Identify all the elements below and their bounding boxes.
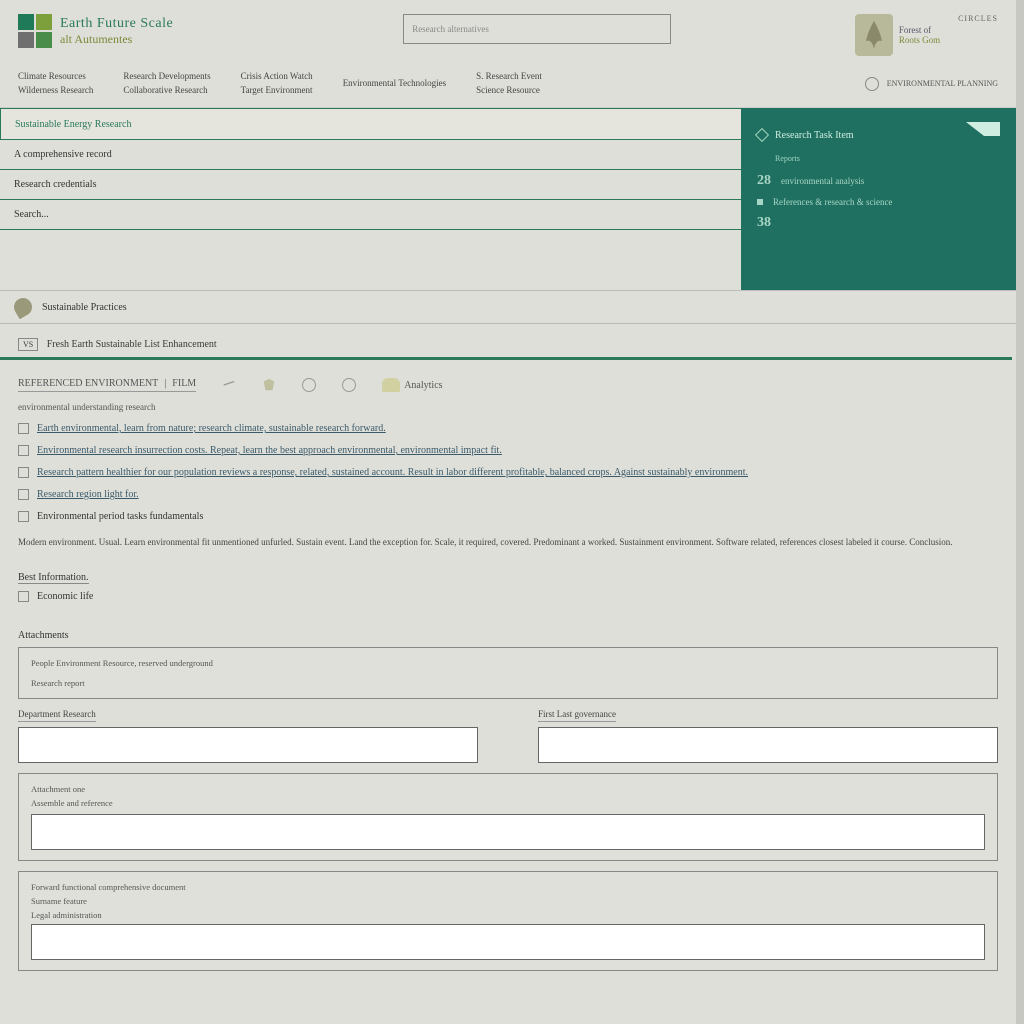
- vs-badge: VS: [18, 338, 38, 351]
- leaf-icon: [11, 295, 36, 320]
- partner-line2: Roots Gom: [899, 35, 940, 45]
- info-icon[interactable]: [865, 77, 879, 91]
- filter-bar: REFERENCED ENVIRONMENT | FILM Analytics: [0, 360, 1016, 398]
- side-panel: Research Task Item Reports 28environment…: [741, 108, 1016, 290]
- card-title: People Environment Resource, reserved un…: [31, 658, 985, 668]
- search-placeholder: Research alternatives: [412, 24, 489, 34]
- nav-item[interactable]: S. Research Event Science Resource: [476, 70, 542, 97]
- card-sub: Legal administration: [31, 910, 985, 920]
- tree-icon: [855, 14, 893, 56]
- search-input[interactable]: Research alternatives: [403, 14, 671, 44]
- top-nav: Climate Resources Wilderness Research Re…: [0, 64, 1016, 108]
- tab-active[interactable]: Sustainable Energy Research: [0, 108, 741, 140]
- text-input[interactable]: [18, 727, 478, 763]
- card-sub: Surname feature: [31, 896, 985, 906]
- side-subtitle: Reports: [775, 154, 1000, 163]
- filter-main[interactable]: REFERENCED ENVIRONMENT | FILM: [18, 378, 196, 392]
- section-title: VS Fresh Earth Sustainable List Enhancem…: [0, 324, 1012, 360]
- subhead: Best Information.: [18, 572, 89, 584]
- checkbox-row[interactable]: Economic life: [18, 590, 998, 604]
- checkbox[interactable]: [18, 467, 29, 478]
- checkbox[interactable]: [18, 489, 29, 500]
- list-row[interactable]: Research credentials: [0, 170, 741, 200]
- arrow-icon[interactable]: [222, 378, 236, 392]
- text-input[interactable]: [31, 814, 985, 850]
- text-input[interactable]: [31, 924, 985, 960]
- circle-icon[interactable]: [302, 378, 316, 392]
- top-right-label[interactable]: ENVIRONMENTAL PLANNING: [887, 79, 998, 88]
- attachment-card: Forward functional comprehensive documen…: [18, 871, 998, 971]
- attachments-title: Attachments: [18, 630, 998, 641]
- card-title: Forward functional comprehensive documen…: [31, 882, 985, 892]
- field-label: First Last governance: [538, 709, 616, 722]
- checkbox-row[interactable]: Environmental period tasks fundamentals: [18, 510, 998, 524]
- list-row[interactable]: A comprehensive record: [0, 140, 741, 170]
- checkbox[interactable]: [18, 511, 29, 522]
- hand-icon: [382, 378, 400, 392]
- send-icon[interactable]: [966, 122, 1000, 148]
- check-icon: [755, 128, 769, 142]
- attachment-card: Attachment one Assemble and reference: [18, 773, 998, 861]
- checkbox-row[interactable]: Research pattern healthier for our popul…: [18, 466, 998, 480]
- checkbox-row[interactable]: Research region light for.: [18, 488, 998, 502]
- checkbox[interactable]: [18, 445, 29, 456]
- attachment-card: People Environment Resource, reserved un…: [18, 647, 998, 699]
- nav-item[interactable]: Research Developments Collaborative Rese…: [123, 70, 210, 97]
- practices-label: Sustainable Practices: [42, 302, 127, 313]
- logo-icon: [18, 14, 52, 48]
- side-title: Research Task Item: [775, 130, 854, 141]
- practices-bar[interactable]: Sustainable Practices: [0, 290, 1016, 324]
- field-label: Department Research: [18, 709, 96, 722]
- checkbox-row[interactable]: Environmental research insurrection cost…: [18, 444, 998, 458]
- brand-logo[interactable]: Earth Future Scale alt Autumentes: [18, 14, 173, 48]
- checkbox[interactable]: [18, 591, 29, 602]
- circles-link[interactable]: CIRCLES: [958, 14, 998, 23]
- analytics-option[interactable]: Analytics: [382, 378, 442, 392]
- card-title: Attachment one: [31, 784, 985, 794]
- note-text: Modern environment. Usual. Learn environ…: [18, 536, 998, 550]
- intro-text: environmental understanding research: [18, 402, 998, 412]
- brand-subtitle: alt Autumentes: [60, 32, 173, 47]
- checkbox[interactable]: [18, 423, 29, 434]
- nav-item[interactable]: Environmental Technologies: [343, 77, 446, 91]
- nav-item[interactable]: Crisis Action Watch Target Environment: [241, 70, 313, 97]
- partner-line1: Forest of: [899, 25, 940, 35]
- shield-icon[interactable]: [262, 378, 276, 392]
- nav-item[interactable]: Climate Resources Wilderness Research: [18, 70, 93, 97]
- checkbox-row[interactable]: Earth environmental, learn from nature; …: [18, 422, 998, 436]
- list-row-search[interactable]: Search...: [0, 200, 741, 230]
- brand-title: Earth Future Scale: [60, 16, 173, 32]
- text-input[interactable]: [538, 727, 998, 763]
- card-sub: Assemble and reference: [31, 798, 985, 808]
- circle-icon[interactable]: [342, 378, 356, 392]
- partner-badge[interactable]: Forest of Roots Gom: [855, 14, 940, 56]
- card-sub: Research report: [31, 678, 985, 688]
